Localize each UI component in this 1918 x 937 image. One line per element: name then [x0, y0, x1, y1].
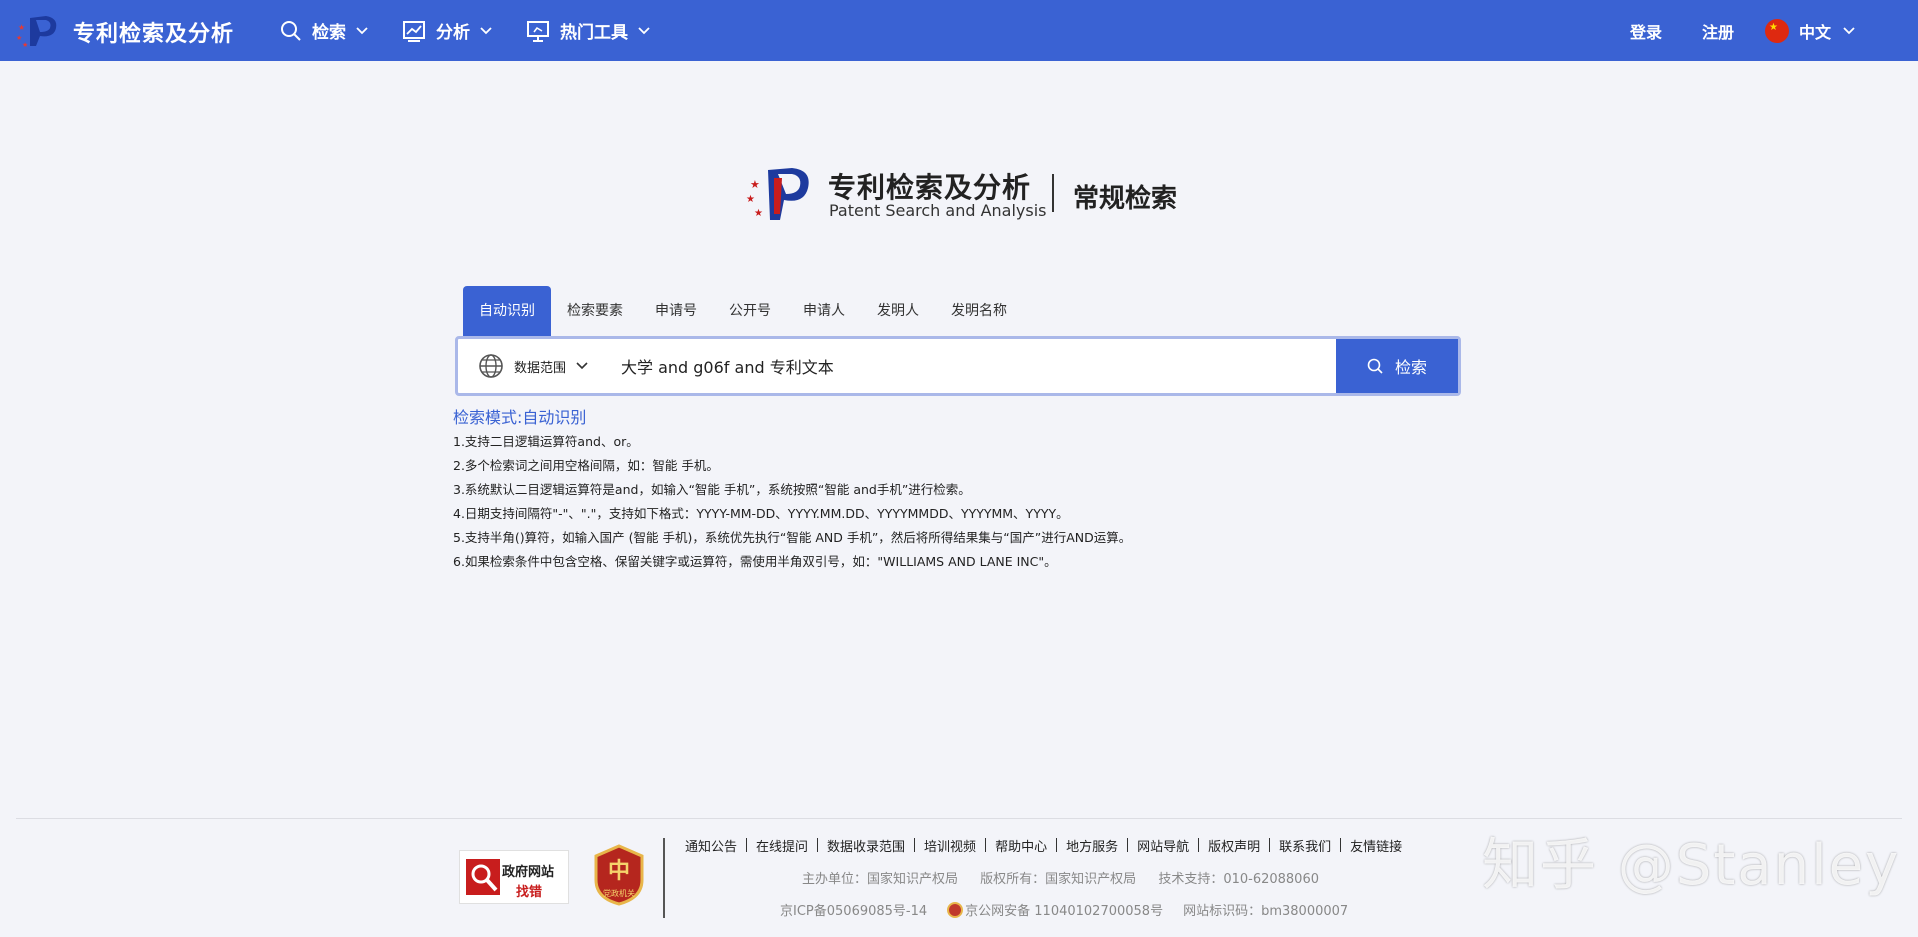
chevron-down-icon: [576, 362, 588, 370]
gov-badge-line1: 政府网站: [502, 865, 555, 880]
footer-link-help-center[interactable]: 帮助中心: [995, 836, 1047, 855]
link-separator: [985, 838, 987, 852]
search-mode-label: 检索模式:: [453, 408, 523, 427]
search-icon: [281, 20, 301, 41]
footer-icp[interactable]: 京ICP备05069085号-14: [780, 900, 927, 919]
globe-icon: [479, 354, 503, 378]
search-button[interactable]: 检索: [1336, 339, 1458, 393]
nav-brand[interactable]: 专利检索及分析: [73, 16, 234, 48]
party-badge-label: 党政机关: [603, 888, 635, 898]
footer-sponsor: 主办单位：国家知识产权局: [802, 872, 959, 887]
footer-vertical-divider: [663, 838, 665, 918]
link-separator: [746, 838, 748, 852]
search-button-label: 检索: [1394, 358, 1427, 377]
footer-link-site-nav[interactable]: 网站导航: [1137, 836, 1189, 855]
police-badge-icon: [947, 901, 964, 918]
svg-text:中: 中: [608, 859, 630, 884]
link-separator: [1340, 838, 1342, 852]
svg-text:★: ★: [22, 41, 28, 49]
help-item: 3.系统默认二目逻辑运算符是and，如输入“智能 手机”，系统按照“智能 and…: [453, 482, 971, 497]
link-separator: [1198, 838, 1200, 852]
footer-support: 技术支持：010-62088060: [1158, 872, 1319, 887]
help-item: 4.日期支持间隔符"-"、"."，支持如下格式：YYYY-MM-DD、YYYY.…: [453, 506, 1069, 521]
footer-link-training-video[interactable]: 培训视频: [924, 836, 976, 855]
footer-link-notice[interactable]: 通知公告: [685, 836, 737, 855]
svg-text:★: ★: [746, 194, 755, 205]
help-item: 1.支持二目逻辑运算符and、or。: [453, 434, 639, 449]
footer-links: 通知公告 在线提问 数据收录范围 培训视频 帮助中心 地方服务 网站导航 版权声…: [685, 836, 1402, 855]
help-item: 5.支持半角()算符，如输入国产 (智能 手机)，系统优先执行“智能 AND 手…: [453, 530, 1132, 545]
patent-logo-icon: ★ ★ ★: [746, 168, 809, 220]
tab-application-number[interactable]: 申请号: [639, 286, 713, 336]
hero-divider: [1052, 174, 1054, 212]
gov-site-error-badge[interactable]: 政府网站 找错: [459, 850, 569, 904]
party-government-badge[interactable]: 中 党政机关: [592, 844, 646, 906]
tab-inventor[interactable]: 发明人: [861, 286, 935, 336]
link-separator: [914, 838, 916, 852]
help-list: 1.支持二目逻辑运算符and、or。 2.多个检索词之间用空格间隔，如：智能 手…: [453, 433, 1131, 577]
nav-menu-analysis[interactable]: 分析: [402, 0, 492, 61]
nav-menu-label: 检索: [312, 23, 346, 43]
help-item: 6.如果检索条件中包含空格、保留关键字或运算符，需使用半角双引号，如："WILL…: [453, 554, 1057, 569]
data-scope-dropdown[interactable]: 数据范围: [478, 339, 588, 393]
footer-registration: 京ICP备05069085号-14 京公网安备 11040102700058号 …: [780, 900, 1348, 919]
chevron-down-icon: [356, 26, 368, 34]
tab-applicant[interactable]: 申请人: [787, 286, 861, 336]
language-selector[interactable]: 中文: [1765, 0, 1855, 61]
link-separator: [1127, 838, 1129, 852]
svg-text:★: ★: [754, 208, 763, 219]
chevron-down-icon: [1843, 26, 1855, 34]
footer-copyright: 版权所有：国家知识产权局: [980, 872, 1137, 887]
chart-icon: [403, 20, 425, 42]
nav-menu-label: 热门工具: [560, 23, 628, 43]
search-input[interactable]: [621, 349, 1281, 383]
nav-menu-search[interactable]: 检索: [280, 0, 368, 61]
search-box: 数据范围 检索: [455, 336, 1461, 396]
svg-text:★: ★: [750, 178, 760, 191]
search-mode: 检索模式:自动识别: [453, 404, 586, 428]
chevron-down-icon: [480, 26, 492, 34]
search-type-tabs: 自动识别 检索要素 申请号 公开号 申请人 发明人 发明名称: [463, 286, 1023, 336]
footer-site-code: 网站标识码：bm38000007: [1183, 904, 1349, 919]
top-navbar: ★ ★ ★ 专利检索及分析 检索 分析 热门工具 登录 注册 中文: [0, 0, 1918, 61]
search-mode-value: 自动识别: [522, 408, 587, 427]
tab-auto-detect[interactable]: 自动识别: [463, 286, 551, 336]
hero-title: 专利检索及分析: [828, 171, 1032, 204]
china-flag-icon: [1765, 18, 1789, 43]
link-separator: [817, 838, 819, 852]
link-separator: [1269, 838, 1271, 852]
footer-link-local-service[interactable]: 地方服务: [1066, 836, 1118, 855]
monitor-icon: [527, 20, 549, 42]
footer-link-friend-links[interactable]: 友情链接: [1350, 836, 1402, 855]
hero-subtitle: 常规检索: [1073, 184, 1178, 214]
help-item: 2.多个检索词之间用空格间隔，如：智能 手机。: [453, 458, 719, 473]
hero-title-en: Patent Search and Analysis: [829, 201, 1047, 220]
tab-invention-title[interactable]: 发明名称: [935, 286, 1023, 336]
magnifier-icon: [466, 859, 500, 895]
gov-badge-line2: 找错: [516, 885, 543, 900]
svg-text:★: ★: [18, 23, 25, 32]
footer-police-record[interactable]: 京公网安备 11040102700058号: [965, 900, 1163, 919]
tab-publication-number[interactable]: 公开号: [713, 286, 787, 336]
nav-menu-tools[interactable]: 热门工具: [526, 0, 650, 61]
login-link[interactable]: 登录: [1630, 0, 1662, 61]
register-link[interactable]: 注册: [1702, 0, 1734, 61]
nav-menu-label: 分析: [436, 23, 470, 43]
footer-info: 主办单位：国家知识产权局 版权所有：国家知识产权局 技术支持：010-62088…: [802, 868, 1337, 887]
link-separator: [1056, 838, 1058, 852]
language-label: 中文: [1799, 22, 1832, 42]
footer-link-data-scope[interactable]: 数据收录范围: [827, 836, 905, 855]
site-logo-icon[interactable]: ★ ★ ★: [16, 12, 60, 50]
footer-link-online-question[interactable]: 在线提问: [756, 836, 808, 855]
tab-search-elements[interactable]: 检索要素: [551, 286, 639, 336]
data-scope-label: 数据范围: [514, 360, 567, 376]
footer-link-copyright[interactable]: 版权声明: [1208, 836, 1260, 855]
footer-divider: [16, 818, 1902, 819]
chevron-down-icon: [638, 26, 650, 34]
footer-link-contact[interactable]: 联系我们: [1279, 836, 1331, 855]
search-icon: [1367, 358, 1383, 374]
watermark: 知乎 @Stanley: [1482, 833, 1901, 898]
